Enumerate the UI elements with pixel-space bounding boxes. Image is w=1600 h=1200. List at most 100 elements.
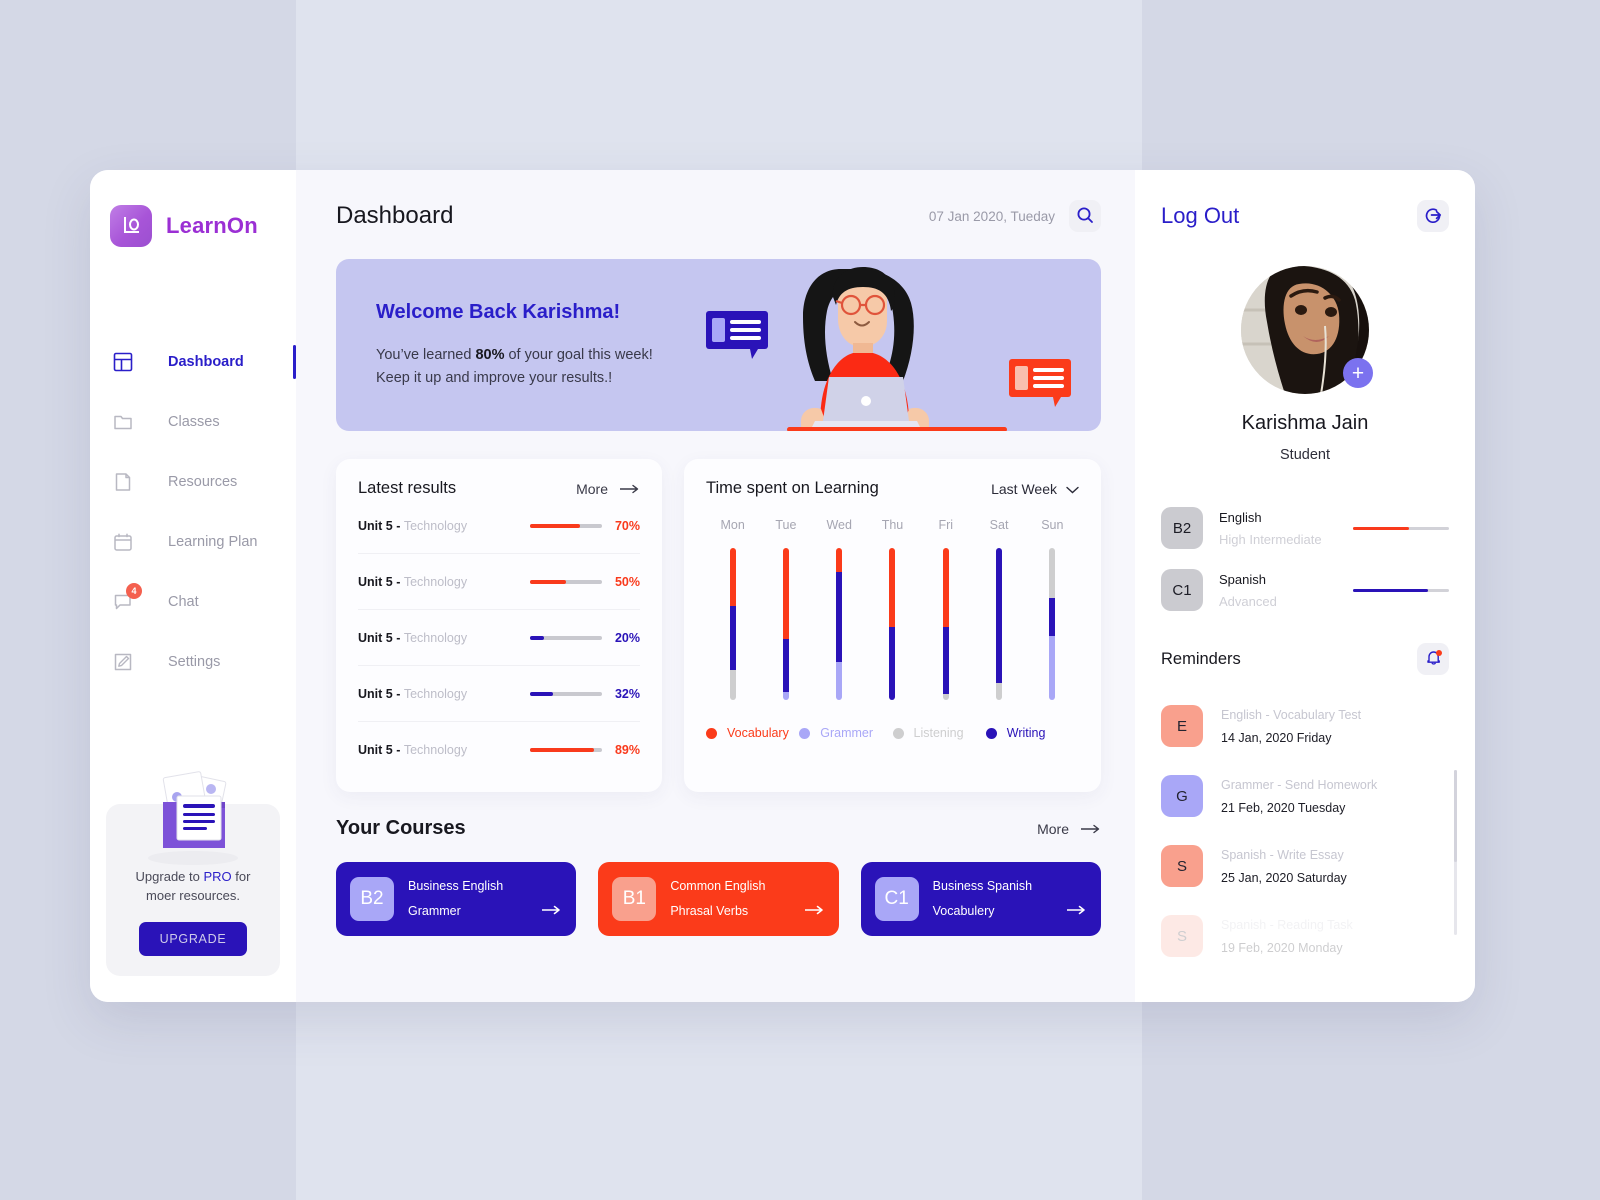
chart-bar-column bbox=[759, 548, 812, 700]
reminder-row[interactable]: G Grammer - Send Homework 21 Feb, 2020 Tue… bbox=[1161, 761, 1449, 831]
chart-day-label: Sat bbox=[989, 518, 1009, 532]
course-title: Business English bbox=[408, 878, 504, 893]
chart-bar-stack bbox=[942, 548, 949, 700]
result-progress-bar bbox=[530, 691, 602, 696]
chart-bar-column bbox=[866, 548, 919, 700]
banner-line2: Keep it up and improve your results.! bbox=[376, 369, 613, 386]
banner-subtitle: You’ve learned 80% of your goal this wee… bbox=[376, 344, 653, 389]
arrow-right-icon[interactable] bbox=[803, 902, 825, 920]
sidebar-item-label: Chat bbox=[168, 594, 199, 610]
result-progress-bar bbox=[530, 635, 602, 640]
chart-range-select[interactable]: Last Week bbox=[991, 481, 1079, 497]
result-name: Unit 5 - Technology bbox=[358, 743, 467, 757]
chart-bar-segment bbox=[729, 548, 736, 606]
arrow-right-icon[interactable] bbox=[1066, 902, 1087, 920]
result-row: Unit 5 - Technology 32% bbox=[358, 666, 640, 722]
search-icon bbox=[1076, 206, 1094, 227]
result-percent: 50% bbox=[614, 574, 640, 589]
result-percent: 20% bbox=[614, 630, 640, 645]
reminders-scrollbar[interactable] bbox=[1454, 770, 1457, 935]
sidebar-item-resources[interactable]: Resources bbox=[90, 452, 296, 512]
sidebar-item-settings[interactable]: Settings bbox=[90, 632, 296, 692]
result-subject: Technology bbox=[403, 518, 468, 533]
course-title: Common English bbox=[670, 878, 766, 893]
language-name: Spanish bbox=[1219, 571, 1266, 587]
arrow-right-icon[interactable] bbox=[541, 902, 562, 920]
language-progress-bar bbox=[1353, 588, 1449, 592]
your-courses-header: Your Courses More bbox=[336, 817, 1101, 840]
reminder-title: Grammer - Send Homework bbox=[1221, 778, 1377, 792]
chart-legend-item[interactable]: Vocabulary bbox=[706, 726, 799, 740]
chart-plot-area bbox=[706, 548, 1079, 700]
reminder-initial-badge: E bbox=[1161, 705, 1203, 747]
chart-bar-segment bbox=[782, 548, 789, 640]
language-name: English bbox=[1219, 509, 1262, 525]
main-content: Dashboard 07 Jan 2020, Tueday Welcome Ba… bbox=[296, 170, 1135, 1002]
latest-results-more-link[interactable]: More bbox=[576, 481, 640, 497]
user-role: Student bbox=[1280, 447, 1330, 463]
sidebar-item-classes[interactable]: Classes bbox=[90, 392, 296, 452]
reminders-bell-button[interactable] bbox=[1417, 643, 1449, 675]
chart-bar-segment bbox=[1049, 636, 1056, 700]
result-unit: Unit 5 - bbox=[358, 686, 404, 701]
banner-line1-c: of your goal this week! bbox=[504, 347, 653, 364]
result-percent: 89% bbox=[614, 743, 640, 757]
result-percent: 32% bbox=[614, 686, 640, 701]
chart-bar-segment bbox=[782, 639, 789, 693]
more-label: More bbox=[576, 480, 608, 497]
course-card[interactable]: C1 Business Spanish Vocabulery bbox=[860, 862, 1101, 936]
learnon-logo-icon bbox=[110, 205, 152, 247]
reminder-date: 14 Jan, 2020 Friday bbox=[1221, 730, 1332, 745]
chart-bar-stack bbox=[889, 548, 896, 700]
logout-label: Log Out bbox=[1161, 203, 1240, 228]
result-unit: Unit 5 - bbox=[358, 574, 404, 589]
sidebar-item-dashboard[interactable]: Dashboard bbox=[90, 332, 296, 392]
brand-name: LearnOn bbox=[166, 213, 258, 238]
course-card[interactable]: B1 Common English Phrasal Verbs bbox=[598, 862, 839, 936]
layout-dashboard-icon bbox=[110, 349, 136, 375]
header-right: 07 Jan 2020, Tueday bbox=[929, 200, 1101, 232]
chart-legend-item[interactable]: Listening bbox=[892, 726, 986, 740]
upgrade-button[interactable]: UPGRADE bbox=[139, 922, 247, 956]
result-name: Unit 5 - Technology bbox=[358, 575, 467, 589]
course-card[interactable]: B2 Business English Grammer bbox=[336, 862, 577, 936]
edit-square-icon bbox=[110, 649, 136, 675]
reminder-subject: English - bbox=[1221, 707, 1274, 722]
search-button[interactable] bbox=[1069, 200, 1101, 232]
arrow-right-icon bbox=[1080, 821, 1101, 837]
chart-legend-item[interactable]: Writing bbox=[985, 726, 1079, 740]
reminder-date: 19 Feb, 2020 Monday bbox=[1221, 940, 1343, 955]
language-progress-bar bbox=[1353, 526, 1449, 530]
result-unit: Unit 5 - bbox=[358, 518, 404, 533]
reminder-title: Spanish - Reading Task bbox=[1221, 918, 1353, 932]
chart-header: Time spent on Learning Last Week bbox=[706, 479, 1079, 498]
course-level-badge: B2 bbox=[350, 877, 394, 921]
result-unit: Unit 5 - bbox=[358, 630, 404, 645]
main-header: Dashboard 07 Jan 2020, Tueday bbox=[336, 200, 1101, 232]
chart-bar-segment bbox=[889, 627, 896, 700]
reminder-row[interactable]: S Spanish - Write Essay 25 Jan, 2020 Satur… bbox=[1161, 831, 1449, 901]
language-level-badge: B2 bbox=[1161, 507, 1203, 549]
file-icon bbox=[110, 469, 136, 495]
course-level-badge: C1 bbox=[874, 877, 919, 921]
chart-day-label: Wed bbox=[826, 518, 852, 532]
latest-results-title: Latest results bbox=[358, 479, 457, 497]
reminder-row[interactable]: E English - Vocabulary Test 14 Jan, 2020 F… bbox=[1161, 691, 1449, 761]
chart-x-axis-labels: Mon Tue Wed Thu Fri Sat Sun bbox=[706, 518, 1079, 532]
logout-button[interactable] bbox=[1417, 200, 1449, 232]
reminders-title: Reminders bbox=[1161, 649, 1241, 668]
chart-bar-segment bbox=[942, 627, 949, 694]
legend-dot-icon bbox=[985, 727, 997, 739]
reminder-row[interactable]: S Spanish - Reading Task 19 Feb, 2020 Mond… bbox=[1161, 901, 1449, 971]
plus-icon[interactable]: + bbox=[1343, 358, 1373, 388]
chart-legend-item[interactable]: Grammer bbox=[799, 726, 892, 740]
chart-bar-segment bbox=[1049, 548, 1056, 599]
reminders-scrollbar-thumb[interactable] bbox=[1454, 770, 1457, 862]
sidebar-item-chat[interactable]: 4 Chat bbox=[90, 572, 296, 632]
reminder-task: Reading Task bbox=[1277, 917, 1353, 932]
chart-bar-column bbox=[706, 548, 759, 700]
chart-day-label: Thu bbox=[881, 518, 904, 532]
sidebar-item-learning-plan[interactable]: Learning Plan bbox=[90, 512, 296, 572]
courses-more-link[interactable]: More bbox=[1037, 821, 1101, 837]
course-subtitle: Vocabulery bbox=[932, 903, 995, 918]
